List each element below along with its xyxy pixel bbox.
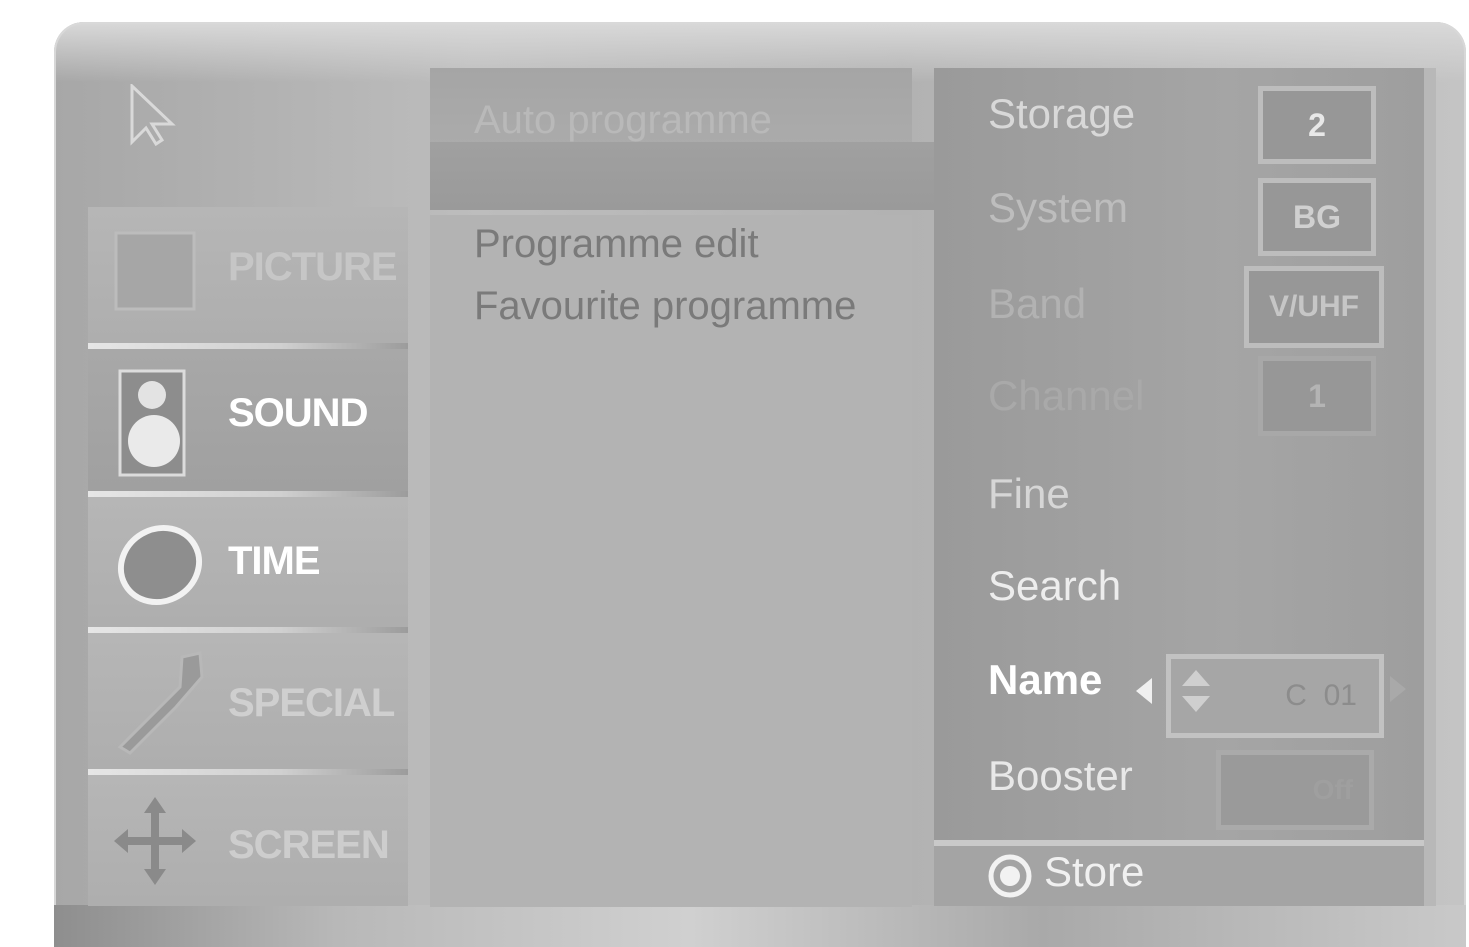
menu-label-sound: SOUND	[228, 391, 368, 435]
storage-value-text: 2	[1308, 106, 1326, 143]
system-label: System	[988, 184, 1129, 231]
menu-item-special[interactable]: SPECIAL	[88, 633, 408, 769]
system-value-text: BG	[1293, 198, 1341, 235]
booster-value[interactable]: Off	[1216, 750, 1374, 830]
menu-label-special: SPECIAL	[228, 681, 395, 725]
fine-label[interactable]: Fine	[988, 470, 1070, 518]
ok-button-icon	[988, 854, 1032, 898]
channel-value-text: 1	[1308, 377, 1326, 414]
wrench-icon	[117, 651, 204, 755]
band-value-text: V/UHF	[1269, 290, 1359, 323]
storage-label: Storage	[988, 90, 1136, 137]
search-label[interactable]: Search	[988, 562, 1121, 610]
submenu-item-favourite-programme[interactable]: Favourite programme	[474, 284, 856, 329]
menu-item-time[interactable]: TIME	[88, 497, 408, 627]
picture-icon	[114, 231, 196, 311]
speaker-icon	[118, 369, 186, 477]
name-label: Name	[988, 656, 1103, 703]
right-arrow-icon[interactable]	[1388, 674, 1410, 704]
up-down-arrow-icon[interactable]	[1180, 668, 1212, 714]
menu-label-screen: SCREEN	[228, 823, 390, 867]
channel-label: Channel	[988, 372, 1145, 419]
menu-label-time: TIME	[228, 539, 321, 583]
pointer-icon	[130, 84, 176, 146]
channel-value[interactable]: 1	[1258, 356, 1376, 436]
frame-bottom-bar	[54, 905, 1466, 947]
band-label: Band	[988, 280, 1087, 327]
booster-value-text: Off	[1312, 774, 1353, 805]
submenu-title[interactable]: Auto programme	[474, 98, 772, 143]
name-value-text: C 01	[1285, 679, 1357, 712]
settings-panel-edge	[1424, 68, 1436, 906]
booster-label: Booster	[988, 752, 1133, 799]
menu-item-sound[interactable]: SOUND	[88, 349, 408, 491]
menu-item-screen[interactable]: SCREEN	[88, 775, 408, 906]
band-value[interactable]: V/UHF	[1244, 266, 1384, 348]
clock-icon	[117, 524, 203, 606]
menu-item-picture[interactable]: PICTURE	[88, 207, 408, 343]
left-arrow-icon[interactable]	[1132, 676, 1154, 706]
store-label[interactable]: Store	[1044, 848, 1144, 896]
submenu-item-programme-edit[interactable]: Programme edit	[474, 222, 759, 267]
menu-label-picture: PICTURE	[228, 245, 398, 289]
move-arrows-icon	[114, 797, 196, 885]
submenu-highlight-bar	[430, 142, 942, 210]
storage-value[interactable]: 2	[1258, 86, 1376, 164]
system-value[interactable]: BG	[1258, 178, 1376, 256]
